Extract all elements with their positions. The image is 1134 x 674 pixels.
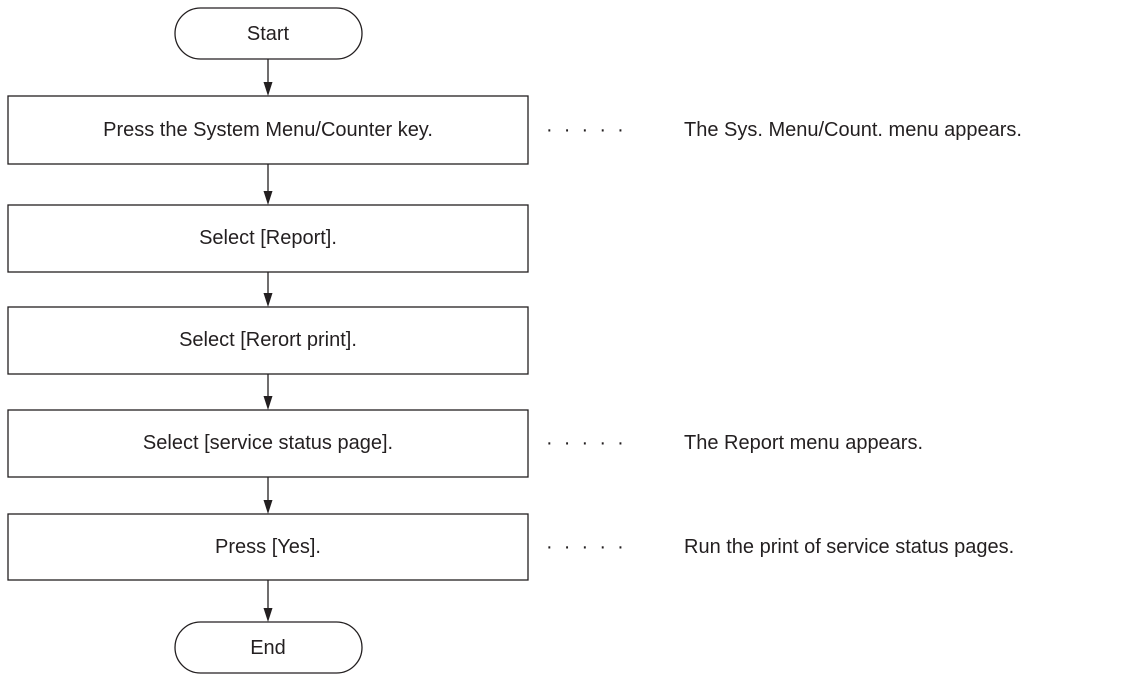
step-label-1: Press the System Menu/Counter key. xyxy=(103,119,433,141)
step-label-4: Select [service status page]. xyxy=(142,432,394,454)
start-label: Start xyxy=(246,23,290,45)
step-label-3: Select [Rerort print]. xyxy=(179,329,357,351)
step-note-5: Run the print of service status pages. xyxy=(684,536,1015,558)
flowchart-diagram xyxy=(7,7,529,674)
step-label-2: Select [Report]. xyxy=(199,227,337,249)
leader-dots-1: · · · · · xyxy=(546,119,624,141)
step-note-1: The Sys. Menu/Count. menu appears. xyxy=(684,119,1022,141)
leader-dots-5: · · · · · xyxy=(546,536,624,558)
step-label-5: Press [Yes]. xyxy=(215,536,321,558)
end-label: End xyxy=(250,637,286,659)
leader-dots-4: · · · · · xyxy=(546,432,624,454)
step-note-4: The Report menu appears. xyxy=(684,432,924,454)
